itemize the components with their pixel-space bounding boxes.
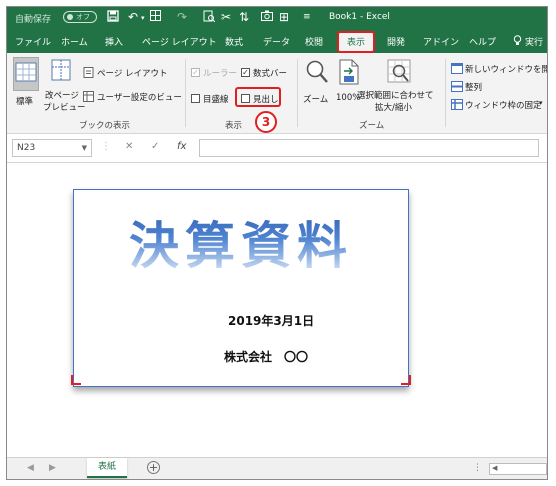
group-divider: [297, 59, 298, 127]
sheet-tab-cover[interactable]: 表紙: [87, 458, 127, 478]
undo-icon[interactable]: ↶: [128, 10, 138, 24]
custom-views-label[interactable]: ユーザー設定のビュー: [97, 91, 182, 103]
name-box[interactable]: N23 ▼: [12, 139, 92, 157]
scroll-left-icon[interactable]: ◀: [492, 464, 497, 472]
tab-view[interactable]: 表示: [337, 31, 376, 53]
tab-page-layout[interactable]: ページ レイアウト: [142, 35, 217, 48]
tell-me-icon[interactable]: [513, 35, 522, 49]
cancel-icon[interactable]: ✕: [125, 141, 133, 152]
excel-window: 自動保存 オフ ↶ ▾ ↷ ✂ ⇅ ⊞ ≡ Book1 - Excel ファイル…: [6, 6, 548, 480]
page-layout-view-icon[interactable]: [83, 67, 94, 81]
more-commands-icon[interactable]: ⊞: [279, 10, 289, 24]
page-break-preview-label-1[interactable]: 改ページ: [45, 89, 79, 101]
step-number-badge: 3: [255, 111, 277, 133]
insert-function-icon[interactable]: fx: [177, 141, 186, 152]
save-icon[interactable]: [107, 10, 119, 25]
page-layout-view-label[interactable]: ページ レイアウト: [97, 67, 168, 79]
document-title-text: 決算資料: [74, 206, 408, 278]
zoom-to-selection-label-1[interactable]: 選択範囲に合わせて: [357, 89, 434, 101]
autosave-state: オフ: [76, 13, 90, 21]
custom-views-icon[interactable]: [83, 91, 94, 105]
headings-checkbox[interactable]: [241, 94, 250, 103]
ribbon: 標準 改ページ プレビュー ページ レイアウト ユーザー設定のビュー ブックの表…: [7, 53, 547, 134]
document-title: Book1 - Excel: [329, 12, 390, 22]
title-bar: 自動保存 オフ ↶ ▾ ↷ ✂ ⇅ ⊞ ≡ Book1 - Excel: [7, 7, 547, 29]
workbook-views-group-label: ブックの表示: [79, 121, 131, 131]
camera-icon[interactable]: [261, 10, 273, 24]
zoom-100-icon[interactable]: [339, 59, 359, 88]
new-window-label[interactable]: 新しいウィンドウを開く: [465, 63, 547, 75]
formula-bar: N23 ▼ ⋮ ✕ ✓ fx: [7, 134, 547, 163]
print-preview-icon[interactable]: [203, 10, 216, 25]
dropdown-arrow-icon[interactable]: ▾: [141, 14, 145, 22]
date-text: 2019年3月1日: [228, 314, 315, 328]
normal-view-button[interactable]: [13, 57, 39, 91]
tab-developer[interactable]: 開発: [387, 35, 405, 48]
autosave-toggle[interactable]: オフ: [63, 11, 97, 23]
formula-bar-label[interactable]: 数式バー: [253, 67, 287, 79]
tab-split-grip-icon[interactable]: ⋮: [473, 463, 482, 473]
zoom-label[interactable]: ズーム: [303, 93, 328, 105]
enter-icon[interactable]: ✓: [151, 141, 159, 152]
ruler-label[interactable]: ルーラー: [203, 67, 237, 79]
tab-home[interactable]: ホーム: [61, 35, 88, 48]
arrange-all-label[interactable]: 整列: [465, 81, 482, 93]
page-break-preview-label-2[interactable]: プレビュー: [43, 101, 86, 113]
gridlines-checkbox[interactable]: [191, 94, 200, 103]
tab-formulas[interactable]: 数式: [225, 35, 243, 48]
previous-sheet-icon[interactable]: ◀: [27, 463, 34, 473]
tab-tell-me[interactable]: 実行: [525, 35, 543, 48]
ribbon-tabs: ファイル ホーム 挿入 ページ レイアウト 数式 データ 校閲 表示 開発 アド…: [7, 29, 547, 53]
zoom-to-selection-label-2[interactable]: 拡大/縮小: [375, 101, 412, 113]
formula-bar-grip-icon: ⋮: [101, 141, 111, 152]
group-divider: [185, 59, 186, 127]
group-divider: [445, 59, 446, 127]
tab-data[interactable]: データ: [263, 35, 290, 48]
tab-addins[interactable]: アドイン: [423, 35, 459, 48]
zoom-group-label: ズーム: [359, 121, 385, 131]
formula-input[interactable]: [199, 139, 539, 157]
show-group-label: 表示: [225, 121, 243, 131]
headings-label[interactable]: 見出し: [253, 93, 279, 105]
customize-qat-icon[interactable]: ≡: [303, 12, 311, 22]
chevron-down-icon[interactable]: ▾: [539, 99, 543, 107]
zoom-to-selection-icon[interactable]: [387, 59, 411, 88]
horizontal-scrollbar[interactable]: ◀: [489, 463, 547, 475]
selection-corner-bottom-right: [401, 375, 411, 385]
chevron-down-icon[interactable]: ▼: [82, 140, 87, 156]
sheet-tab-bar: ◀ ▶ 表紙 + ⋮ ◀: [7, 457, 547, 479]
gridlines-label[interactable]: 目盛線: [203, 93, 229, 105]
name-box-value: N23: [17, 143, 36, 153]
freeze-panes-label[interactable]: ウィンドウ枠の固定: [465, 99, 542, 111]
new-window-icon[interactable]: [451, 63, 463, 77]
add-sheet-icon[interactable]: +: [147, 461, 160, 474]
arrange-all-icon[interactable]: [451, 81, 463, 95]
next-sheet-icon[interactable]: ▶: [49, 463, 56, 473]
tab-review[interactable]: 校閲: [305, 35, 323, 48]
normal-view-icon: [15, 62, 37, 82]
sort-icon[interactable]: ⇅: [239, 10, 249, 24]
format-painter-icon[interactable]: ✂: [221, 10, 231, 24]
autosave-label: 自動保存: [15, 15, 52, 25]
borders-icon[interactable]: [150, 10, 161, 24]
company-text: 株式会社 〇〇: [224, 350, 309, 364]
page-break-preview-icon[interactable]: [51, 59, 71, 84]
tab-insert[interactable]: 挿入: [105, 35, 123, 48]
selection-corner-bottom-left: [71, 375, 81, 385]
tab-help[interactable]: ヘルプ: [469, 35, 496, 48]
redo-icon[interactable]: ↷: [177, 10, 187, 24]
normal-view-label[interactable]: 標準: [16, 95, 33, 107]
toggle-knob-icon: [67, 14, 73, 20]
tab-file[interactable]: ファイル: [15, 35, 51, 48]
zoom-magnifier-icon[interactable]: [305, 59, 329, 88]
ruler-checkbox[interactable]: ✓: [191, 68, 200, 77]
formula-bar-checkbox[interactable]: ✓: [241, 68, 250, 77]
worksheet-area[interactable]: 決算資料 2019年3月1日 株式会社 〇〇: [7, 163, 547, 457]
freeze-panes-icon[interactable]: [451, 99, 463, 113]
title-text-box[interactable]: 決算資料 2019年3月1日 株式会社 〇〇: [73, 189, 409, 387]
